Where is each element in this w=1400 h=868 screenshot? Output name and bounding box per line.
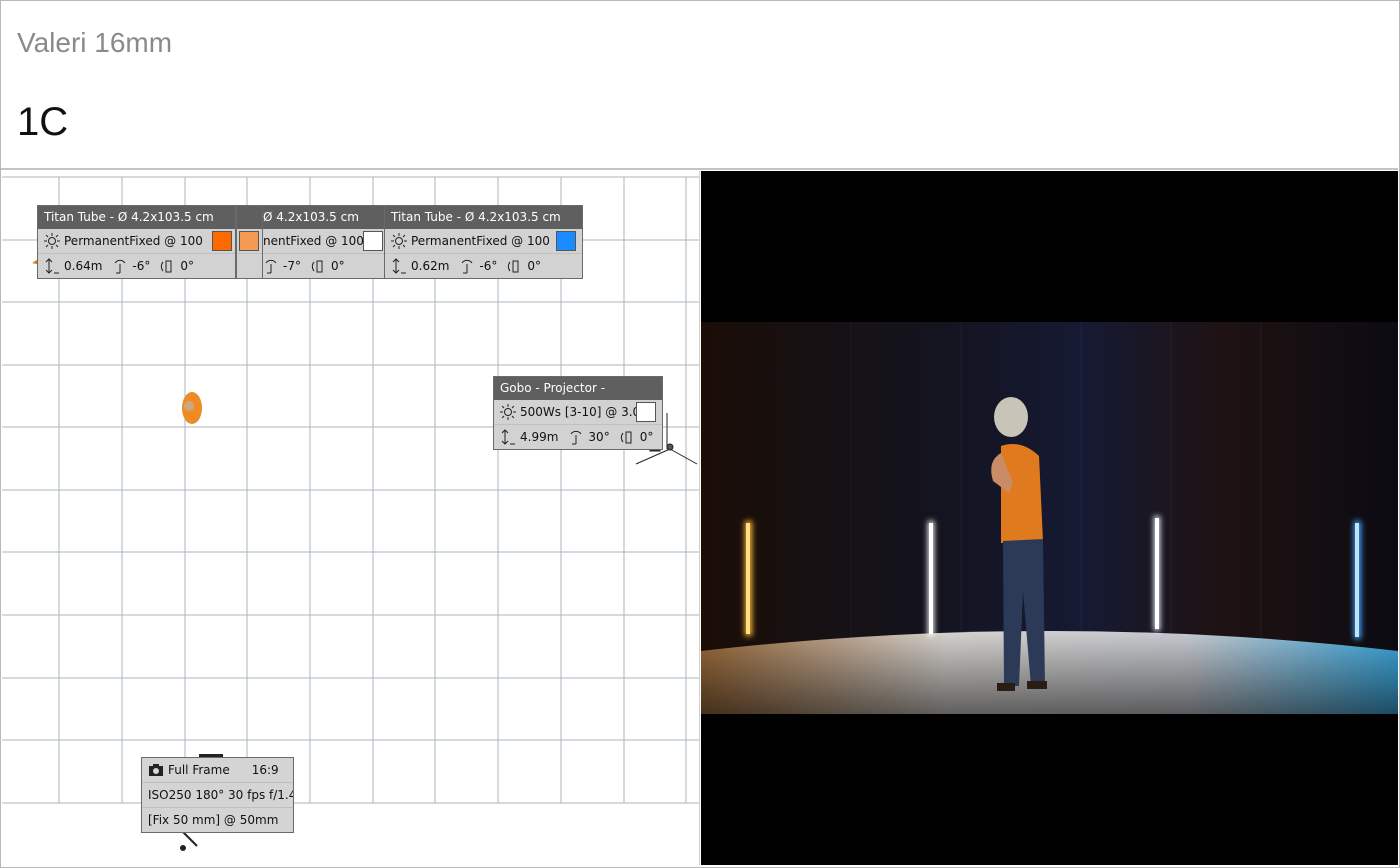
camera-card[interactable]: Full Frame 16:9 ISO250 180° 30 fps f/1.4… — [141, 757, 294, 833]
roll-icon — [160, 258, 176, 274]
floor-plan[interactable]: Titan Tube - Ø 4.2x103.5 cm PermanentFix… — [2, 171, 700, 865]
camera-icon — [148, 762, 164, 778]
color-swatch[interactable] — [363, 231, 383, 251]
color-swatch[interactable] — [556, 231, 576, 251]
camera-settings: ISO250 180° 30 fps f/1.4 — [148, 788, 293, 802]
light-roll: 0° — [180, 259, 195, 273]
light-height: 0.62m — [411, 259, 450, 273]
camera-lens: [Fix 50 mm] @ 50mm — [148, 813, 279, 827]
header: Valeri 16mm 1C — [1, 1, 1398, 170]
light-card-3[interactable]: Titan Tube - Ø 4.2x103.5 cm PermanentFix… — [384, 205, 583, 279]
light-tilt: -7° — [283, 259, 301, 273]
tilt-icon — [568, 429, 584, 445]
gobo-name: Gobo - Projector - — [494, 377, 662, 400]
color-swatch-overlap[interactable] — [239, 231, 259, 251]
render-preview[interactable] — [701, 171, 1398, 865]
light-roll: 0° — [527, 259, 542, 273]
sun-icon — [44, 233, 60, 249]
gobo-card[interactable]: Gobo - Projector - 500Ws [3-10] @ 3.0 4.… — [493, 376, 663, 450]
gobo-roll: 0° — [639, 430, 654, 444]
card-divider — [235, 205, 237, 278]
gobo-height: 4.99m — [520, 430, 559, 444]
camera-aspect: 16:9 — [251, 763, 279, 777]
color-swatch[interactable] — [636, 402, 656, 422]
light-height: 0.64m — [64, 259, 103, 273]
color-swatch[interactable] — [212, 231, 232, 251]
tilt-icon — [263, 258, 279, 274]
roll-icon — [507, 258, 523, 274]
roll-icon — [620, 429, 636, 445]
light-name: Ø 4.2x103.5 cm — [263, 206, 385, 229]
shot-title: 1C — [17, 100, 69, 144]
camera-sensor: Full Frame — [168, 763, 230, 777]
height-arrow-icon — [44, 258, 60, 274]
sun-icon — [391, 233, 407, 249]
light-card-2[interactable]: Ø 4.2x103.5 cm nentFixed @ 100 -7° 0° — [262, 205, 386, 279]
height-arrow-icon — [391, 258, 407, 274]
gobo-mode: 500Ws [3-10] @ 3.0 — [520, 405, 641, 419]
light-tilt: -6° — [479, 259, 498, 273]
height-arrow-icon — [500, 429, 516, 445]
roll-icon — [311, 258, 327, 274]
light-name: Titan Tube - Ø 4.2x103.5 cm — [38, 206, 263, 229]
render-image — [701, 322, 1398, 714]
light-mode: PermanentFixed @ 100 — [411, 234, 550, 248]
actor-marker — [182, 392, 202, 424]
light-mode: PermanentFixed @ 100 — [64, 234, 203, 248]
light-tilt: -6° — [132, 259, 151, 273]
gobo-tilt: 30° — [588, 430, 610, 444]
light-roll: 0° — [330, 259, 345, 273]
light-card-1[interactable]: Titan Tube - Ø 4.2x103.5 cm PermanentFix… — [37, 205, 264, 279]
camera-title: Valeri 16mm — [17, 27, 173, 58]
tilt-icon — [112, 258, 128, 274]
light-mode: nentFixed @ 100 — [263, 234, 364, 248]
sun-icon — [500, 404, 516, 420]
light-name: Titan Tube - Ø 4.2x103.5 cm — [385, 206, 582, 229]
tilt-icon — [459, 258, 475, 274]
